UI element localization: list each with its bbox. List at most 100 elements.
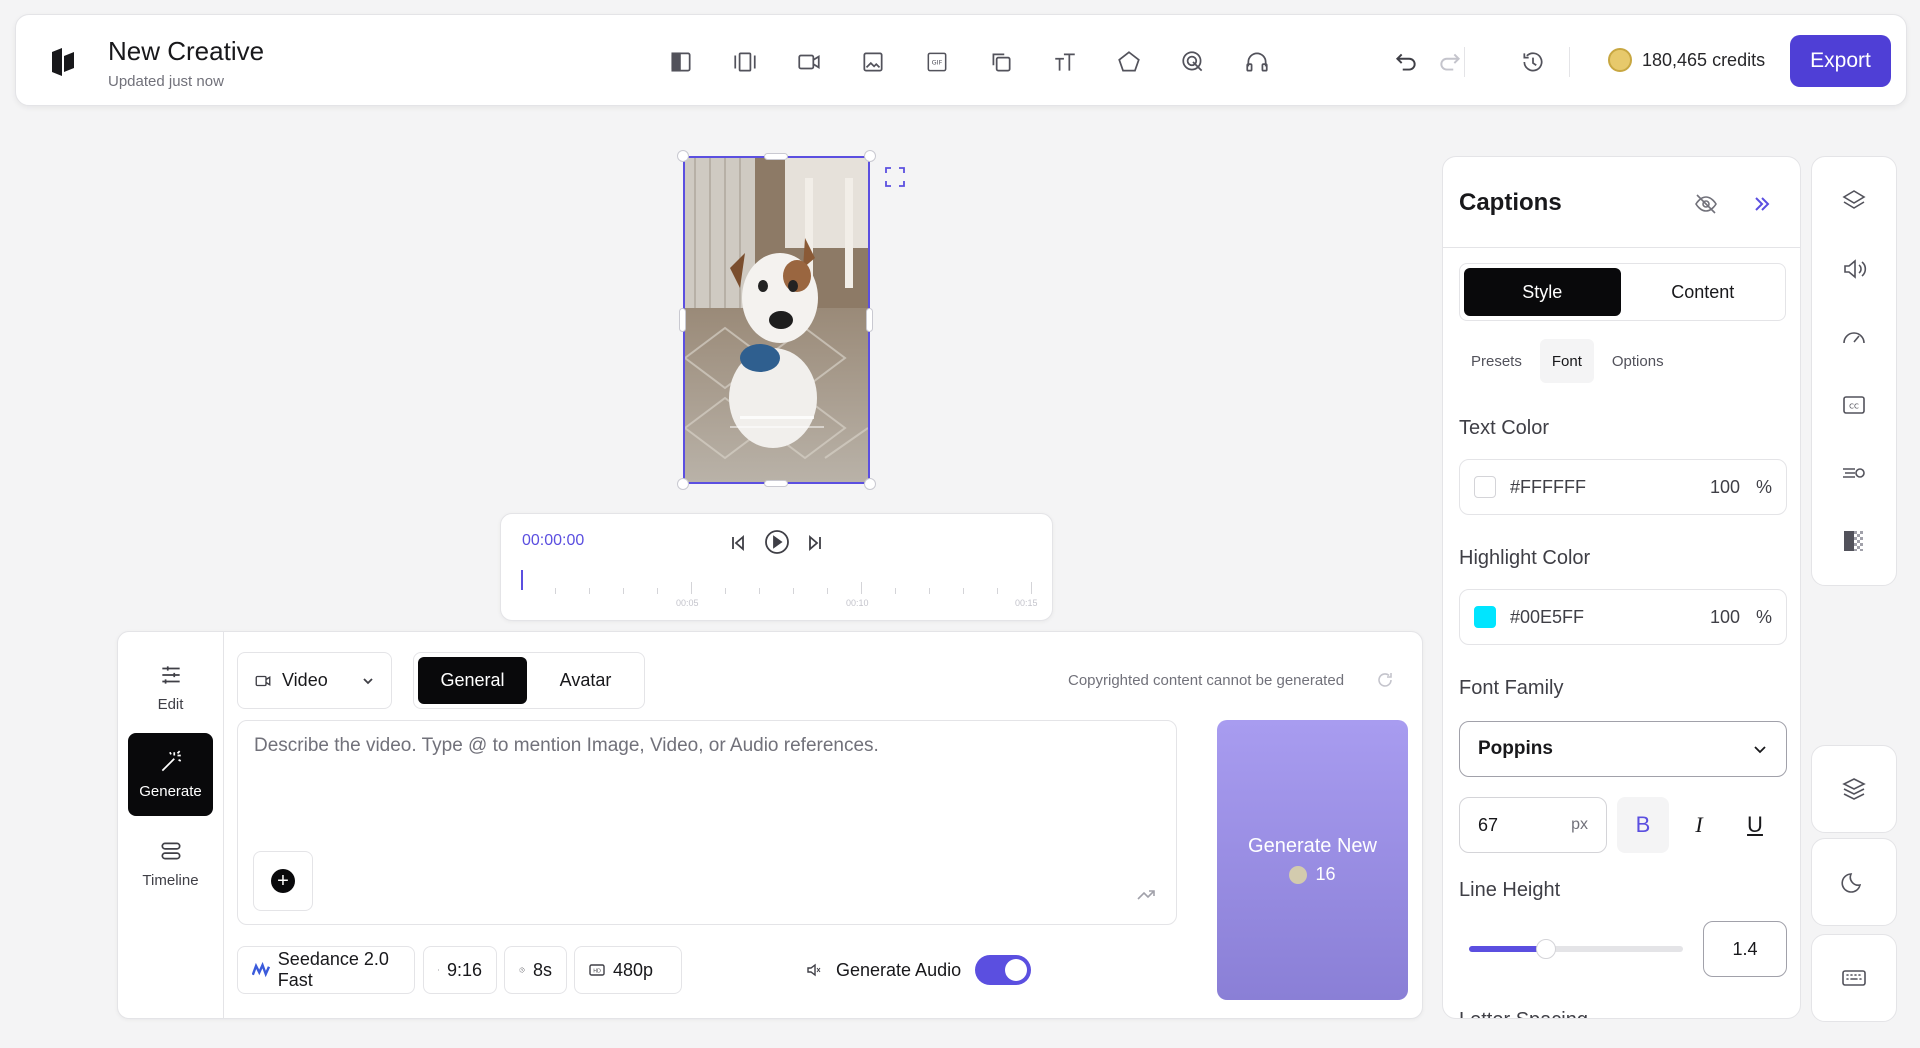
font-size-value[interactable]: 67 — [1478, 815, 1498, 836]
duration-select[interactable]: 8s — [504, 946, 567, 994]
nav-edit[interactable]: Edit — [128, 646, 213, 729]
generate-new-button[interactable]: Generate New 16 — [1217, 720, 1408, 1000]
text-color-field[interactable]: #FFFFFF 100 % — [1459, 459, 1787, 515]
play-icon[interactable] — [763, 528, 791, 556]
underline-button[interactable]: U — [1729, 797, 1781, 853]
bold-button[interactable]: B — [1617, 797, 1669, 853]
model-value: Seedance 2.0 Fast — [277, 949, 389, 990]
video-icon[interactable] — [792, 45, 826, 79]
highlight-color-hex[interactable]: #00E5FF — [1510, 607, 1710, 628]
aspect-ratio-select[interactable]: 9:16 — [423, 946, 497, 994]
collapse-panel-icon[interactable] — [1749, 191, 1775, 217]
highlight-color-swatch[interactable] — [1474, 606, 1496, 628]
stack-button[interactable] — [1811, 745, 1897, 833]
text-color-hex[interactable]: #FFFFFF — [1510, 477, 1710, 498]
skip-back-icon[interactable] — [729, 534, 747, 552]
nav-timeline[interactable]: Timeline — [128, 822, 213, 905]
panel-title: Captions — [1459, 189, 1562, 216]
tab-general[interactable]: General — [418, 657, 527, 704]
resize-handle-top-left[interactable] — [677, 150, 689, 162]
tab-avatar[interactable]: Avatar — [531, 657, 640, 704]
shape-icon[interactable] — [1112, 45, 1146, 79]
italic-button[interactable]: I — [1673, 797, 1725, 853]
layout-icon[interactable] — [664, 45, 698, 79]
highlight-color-opacity[interactable]: 100 — [1710, 607, 1740, 628]
speed-icon[interactable] — [1840, 323, 1868, 351]
timeline-scenes-icon[interactable] — [728, 45, 762, 79]
media-type-value: Video — [282, 670, 328, 690]
gif-icon[interactable]: GIF — [920, 45, 954, 79]
speaker-icon — [807, 963, 821, 977]
cursor-click-icon[interactable] — [1176, 45, 1210, 79]
generate-panel: Edit Generate Timeline Video General Ava… — [117, 631, 1423, 1019]
credits-balance[interactable]: 180,465 credits — [1608, 48, 1765, 72]
top-bar: New Creative Updated just now GIF 180,46… — [15, 14, 1907, 106]
image-icon[interactable] — [856, 45, 890, 79]
resize-handle-top[interactable] — [764, 153, 788, 160]
subtab-presets[interactable]: Presets — [1459, 339, 1534, 383]
captions-icon[interactable]: CC — [1840, 391, 1868, 419]
media-type-select[interactable]: Video — [237, 652, 392, 709]
resize-handle-right[interactable] — [866, 308, 873, 332]
generate-audio-toggle[interactable] — [975, 955, 1032, 985]
slider-knob[interactable] — [1536, 939, 1557, 959]
prompt-input[interactable]: Describe the video. Type @ to mention Im… — [237, 720, 1177, 925]
tab-style[interactable]: Style — [1464, 268, 1621, 316]
resize-handle-bottom[interactable] — [764, 480, 788, 487]
seedance-logo-icon — [252, 962, 270, 978]
layers-icon[interactable] — [1840, 187, 1868, 215]
export-button[interactable]: Export — [1790, 35, 1891, 87]
tab-content[interactable]: Content — [1625, 268, 1782, 316]
resize-handle-left[interactable] — [679, 308, 686, 332]
divider — [1443, 247, 1800, 248]
resolution-select[interactable]: HD 480p — [574, 946, 682, 994]
toolbar: GIF — [664, 45, 1274, 79]
line-height-field[interactable]: 1.4 — [1703, 921, 1787, 977]
keyboard-icon — [1842, 970, 1866, 986]
redo-icon[interactable] — [1433, 45, 1467, 79]
resize-handle-top-right[interactable] — [864, 150, 876, 162]
font-family-select[interactable]: Poppins — [1459, 721, 1787, 777]
logo-icon[interactable] — [50, 46, 76, 78]
highlight-color-field[interactable]: #00E5FF 100 % — [1459, 589, 1787, 645]
fade-icon[interactable] — [1840, 527, 1868, 555]
subtab-options[interactable]: Options — [1600, 339, 1676, 383]
skip-forward-icon[interactable] — [806, 534, 824, 552]
line-height-slider[interactable] — [1469, 939, 1683, 959]
timeline-ruler[interactable] — [521, 578, 1032, 608]
refresh-icon[interactable] — [1375, 670, 1395, 690]
subtab-font[interactable]: Font — [1539, 339, 1594, 383]
keyboard-shortcuts-button[interactable] — [1811, 934, 1897, 1022]
text-color-opacity[interactable]: 100 — [1710, 477, 1740, 498]
volume-icon[interactable] — [1840, 255, 1868, 283]
playhead[interactable] — [521, 570, 523, 590]
aspect-value: 9:16 — [446, 959, 482, 980]
percent-unit: % — [1755, 476, 1772, 497]
plus-icon: + — [271, 869, 295, 893]
fullscreen-icon[interactable] — [884, 166, 906, 188]
dark-mode-button[interactable] — [1811, 838, 1897, 926]
text-color-swatch[interactable] — [1474, 476, 1496, 498]
font-size-field[interactable]: 67 px — [1459, 797, 1607, 853]
resize-handle-bottom-right[interactable] — [864, 478, 876, 490]
nav-generate-label: Generate — [139, 783, 202, 800]
document-title[interactable]: New Creative — [108, 36, 264, 67]
model-select[interactable]: Seedance 2.0 Fast — [237, 946, 415, 994]
eye-off-icon[interactable] — [1693, 191, 1719, 217]
video-preview[interactable] — [683, 156, 870, 484]
generate-label: Generate New — [1248, 835, 1377, 857]
undo-icon[interactable] — [1389, 45, 1423, 79]
divider — [1464, 47, 1465, 77]
text-icon[interactable] — [1048, 45, 1082, 79]
resize-handle-bottom-left[interactable] — [677, 478, 689, 490]
enhance-prompt-icon[interactable] — [1136, 884, 1156, 904]
nav-generate[interactable]: Generate — [128, 733, 213, 816]
audio-icon[interactable] — [1240, 45, 1274, 79]
prompt-placeholder: Describe the video. Type @ to mention Im… — [254, 735, 879, 756]
version-history-icon[interactable] — [1516, 45, 1550, 79]
copy-element-icon[interactable] — [984, 45, 1018, 79]
add-reference-button[interactable]: + — [253, 851, 313, 911]
motion-icon[interactable] — [1840, 459, 1868, 487]
right-tool-rail: CC — [1811, 156, 1897, 586]
slider-fill — [1469, 946, 1547, 952]
